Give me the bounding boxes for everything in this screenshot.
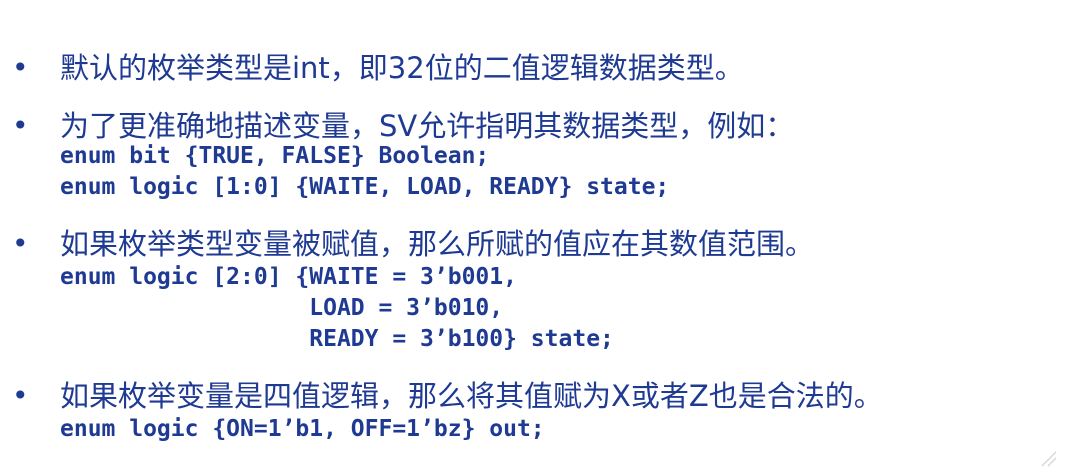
bullet-text: 为了更准确地描述变量，SV允许指明其数据类型，例如： — [60, 109, 795, 143]
bullet-marker: • — [12, 109, 29, 142]
bullet-marker: • — [12, 227, 29, 260]
bullet-text: 如果枚举类型变量被赋值，那么所赋的值应在其数值范围。 — [60, 227, 815, 261]
bullet-item-four-state-logic: • 如果枚举变量是四值逻辑，那么将其值赋为X或者Z也是合法的。 — [0, 376, 1065, 416]
bullet-text: 默认的枚举类型是int，即32位的二值逻辑数据类型。 — [60, 51, 744, 85]
bullet-text: 如果枚举变量是四值逻辑，那么将其值赋为X或者Z也是合法的。 — [60, 379, 883, 413]
code-line: enum logic [1:0] {WAITE, LOAD, READY} st… — [60, 174, 670, 200]
code-line: READY = 3’b100} state; — [60, 326, 614, 352]
slide: • 默认的枚举类型是int，即32位的二值逻辑数据类型。 • 为了更准确地描述变… — [0, 0, 1065, 476]
code-line: LOAD = 3’b010, — [60, 295, 504, 321]
code-line: enum logic {ON=1’b1, OFF=1’bz} out; — [60, 416, 545, 442]
bullet-item-default-enum-type: • 默认的枚举类型是int，即32位的二值逻辑数据类型。 — [0, 48, 1065, 88]
code-line: enum bit {TRUE, FALSE} Boolean; — [60, 143, 490, 169]
bullet-item-value-range: • 如果枚举类型变量被赋值，那么所赋的值应在其数值范围。 — [0, 224, 1065, 264]
code-line: enum logic [2:0] {WAITE = 3’b001, — [60, 264, 517, 290]
corner-decoration-icon — [1041, 451, 1057, 467]
bullet-item-specify-data-type: • 为了更准确地描述变量，SV允许指明其数据类型，例如： — [0, 106, 1065, 146]
bullet-marker: • — [12, 51, 29, 84]
bullet-marker: • — [12, 379, 29, 412]
